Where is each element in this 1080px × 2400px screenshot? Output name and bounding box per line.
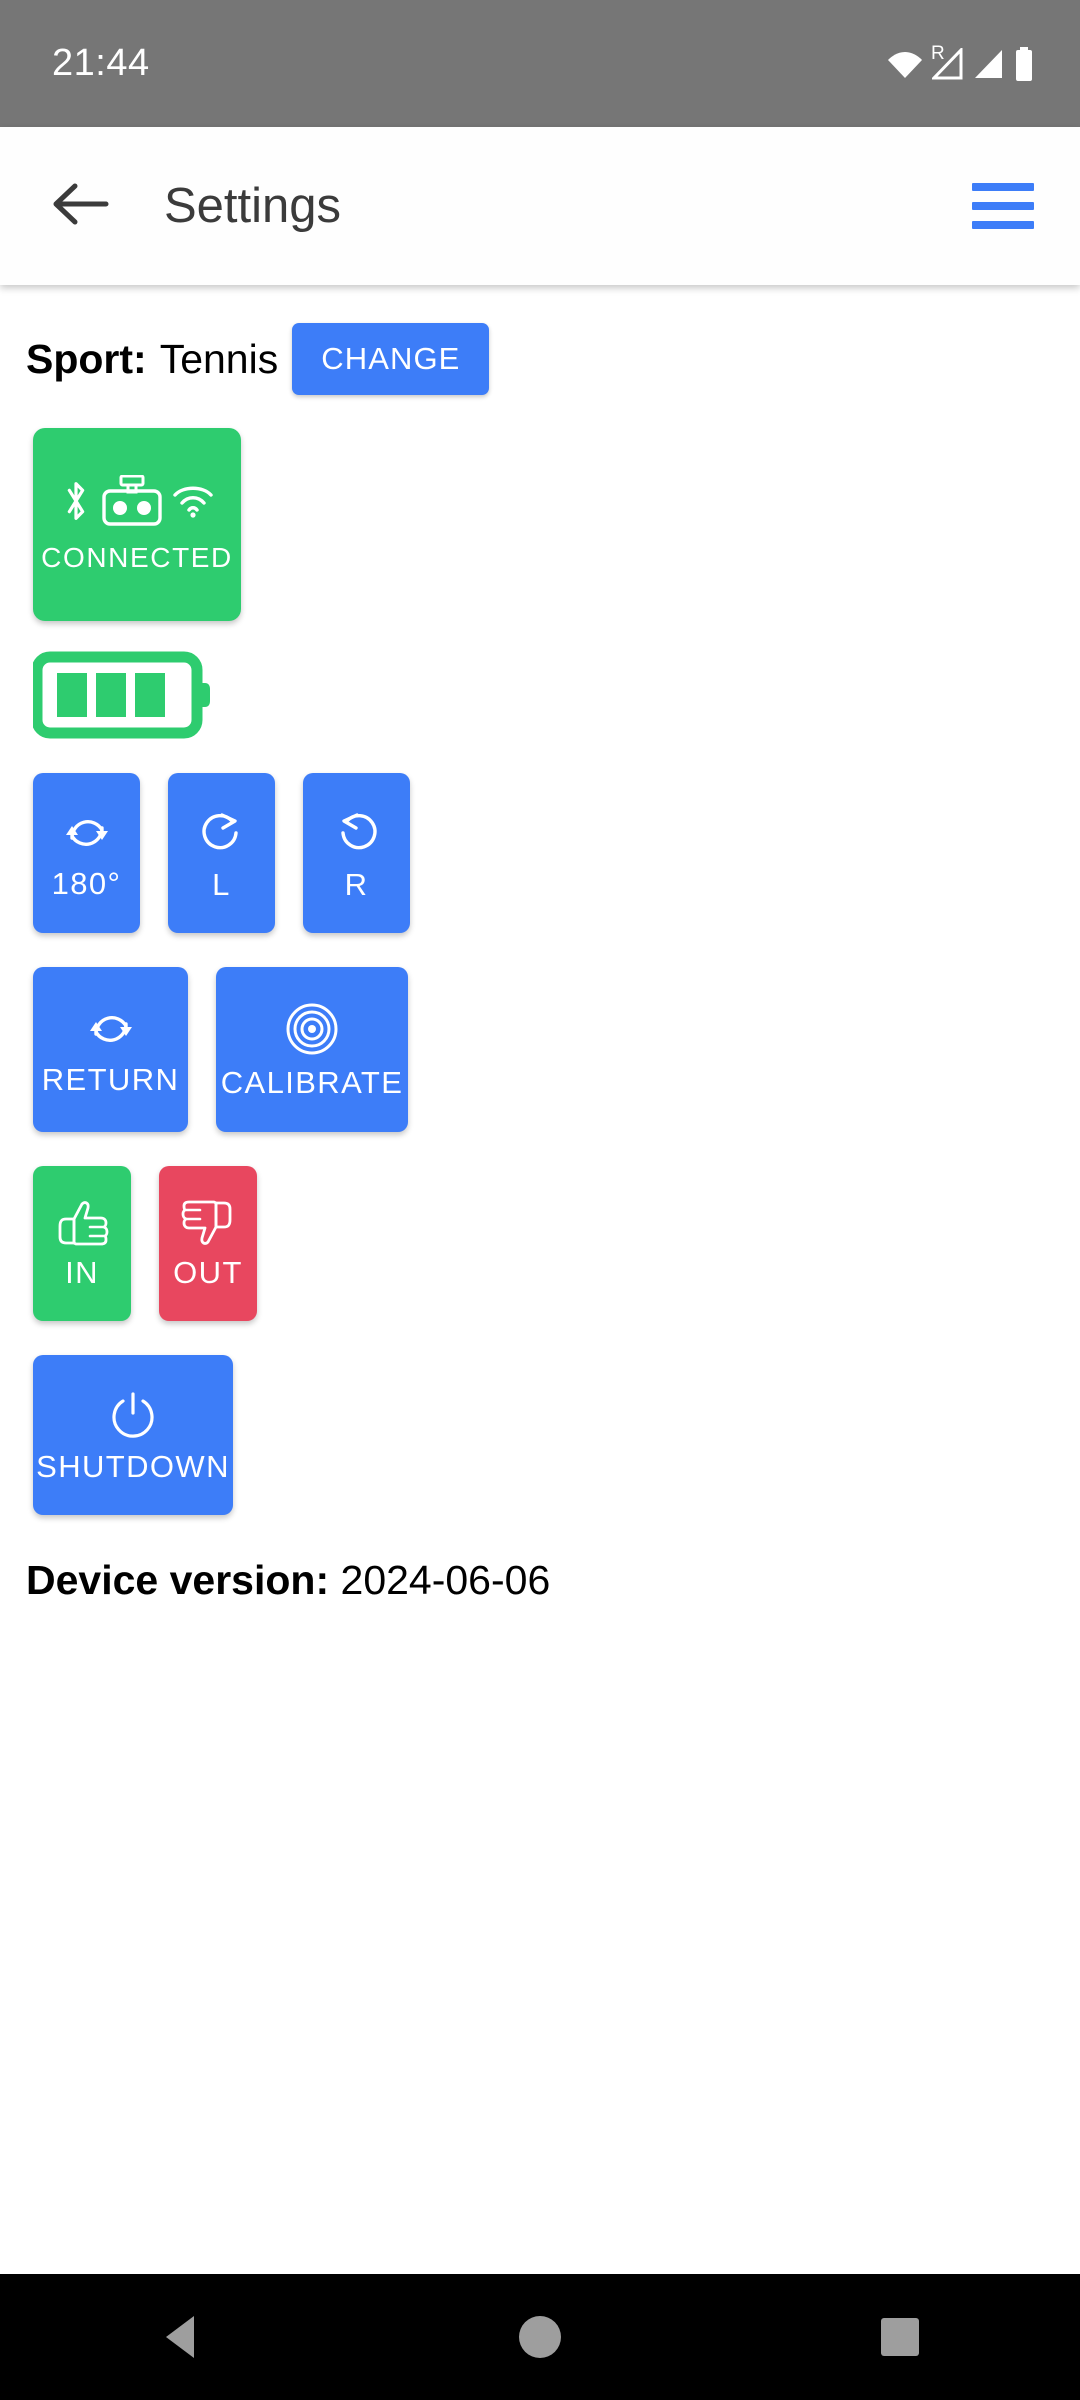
- shutdown-button-row: SHUTDOWN: [0, 1355, 1080, 1515]
- device-version-value: 2024-06-06: [340, 1557, 551, 1603]
- menu-line-3: [972, 221, 1034, 229]
- rotate-clockwise-icon: [196, 807, 248, 859]
- action-button-row: RETURN CALIBRATE: [0, 967, 1080, 1132]
- hamburger-menu-icon[interactable]: [972, 175, 1034, 237]
- status-bar-icons: R: [887, 44, 1034, 81]
- robot-device-icon: [99, 474, 165, 532]
- sync-rotate-icon: [58, 808, 116, 858]
- nav-recents-button[interactable]: [840, 2274, 960, 2400]
- rotate-180-button[interactable]: 180°: [33, 773, 140, 933]
- status-bar: 21:44 R: [0, 0, 1080, 127]
- device-version-label: Device version:: [26, 1557, 330, 1603]
- return-button[interactable]: RETURN: [33, 967, 188, 1132]
- nav-recents-icon: [881, 2318, 919, 2356]
- out-label: OUT: [173, 1255, 243, 1290]
- call-button-row: IN OUT: [0, 1166, 1080, 1321]
- sport-label: Sport:: [26, 335, 147, 382]
- connection-status-label: CONNECTED: [41, 542, 233, 573]
- menu-line-1: [972, 183, 1034, 191]
- shutdown-button[interactable]: SHUTDOWN: [33, 1355, 233, 1515]
- out-button[interactable]: OUT: [159, 1166, 257, 1321]
- rotate-left-button[interactable]: L: [168, 773, 275, 933]
- connection-status-card[interactable]: CONNECTED: [33, 428, 241, 621]
- settings-content: Sport: Tennis CHANGE CONNECTED 180° L R …: [0, 285, 1080, 2274]
- target-bullseye-icon: [284, 1001, 340, 1057]
- calibrate-button[interactable]: CALIBRATE: [216, 967, 408, 1132]
- sport-row: Sport: Tennis CHANGE: [0, 311, 1080, 407]
- roaming-signal-icon: R: [931, 44, 964, 80]
- nav-back-button[interactable]: [120, 2274, 240, 2400]
- device-version-row: Device version: 2024-06-06: [0, 1557, 1080, 1604]
- in-button[interactable]: IN: [33, 1166, 131, 1321]
- shutdown-label: SHUTDOWN: [36, 1448, 230, 1484]
- status-bar-clock: 21:44: [52, 42, 150, 84]
- wifi-icon: [171, 482, 215, 525]
- rotate-right-label: R: [344, 866, 369, 902]
- power-icon: [107, 1389, 159, 1441]
- back-button[interactable]: [44, 169, 118, 243]
- sport-value: Tennis: [159, 335, 279, 382]
- thumbs-down-icon: [180, 1199, 236, 1247]
- app-bar: Settings: [0, 127, 1080, 285]
- battery-icon: [1014, 46, 1034, 81]
- menu-line-2: [972, 202, 1034, 210]
- change-sport-button[interactable]: CHANGE: [292, 323, 490, 395]
- back-arrow-icon: [52, 179, 110, 234]
- bluetooth-icon: [59, 477, 93, 530]
- sync-rotate-icon: [82, 1004, 140, 1054]
- nav-home-button[interactable]: [480, 2274, 600, 2400]
- roaming-indicator-letter: R: [931, 42, 945, 64]
- nav-home-icon: [519, 2316, 561, 2358]
- phone-screen: 21:44 R Settings Sport: Tennis CHANGE CO…: [0, 0, 1080, 2400]
- device-battery-indicator: [33, 651, 1080, 739]
- in-label: IN: [65, 1255, 99, 1290]
- rotate-left-label: L: [212, 866, 231, 902]
- connection-icons: [59, 474, 215, 532]
- rotate-counterclockwise-icon: [331, 807, 383, 859]
- rotation-button-row: 180° L R: [0, 773, 1080, 933]
- cellular-signal-icon: [973, 48, 1005, 80]
- nav-back-icon: [166, 2316, 194, 2358]
- return-label: RETURN: [41, 1062, 180, 1097]
- page-title: Settings: [164, 179, 342, 233]
- thumbs-up-icon: [54, 1199, 110, 1247]
- rotate-180-label: 180°: [51, 865, 122, 901]
- wifi-icon: [887, 49, 923, 79]
- android-navigation-bar: [0, 2274, 1080, 2400]
- calibrate-label: CALIBRATE: [220, 1065, 404, 1100]
- rotate-right-button[interactable]: R: [303, 773, 410, 933]
